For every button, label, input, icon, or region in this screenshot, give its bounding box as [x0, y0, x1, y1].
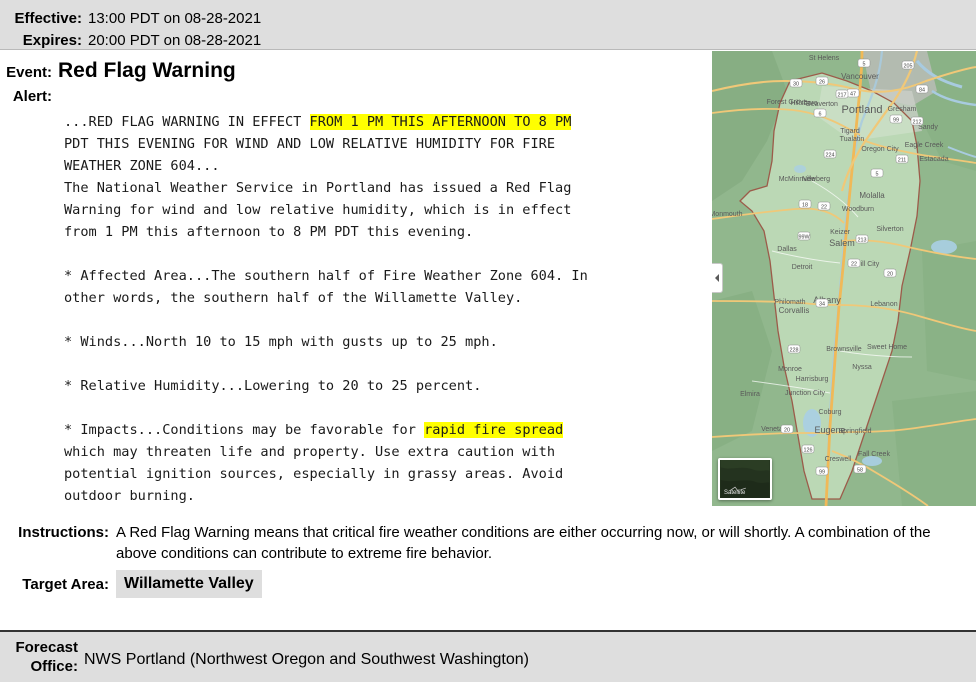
map-city-label: Eagle Creek: [905, 142, 944, 149]
map-satellite-label: Satellite: [724, 490, 746, 496]
map-collapse-tab[interactable]: [712, 263, 723, 293]
map-city-label: Nyssa: [852, 364, 872, 371]
map-highway-shield-label: 26: [819, 79, 825, 85]
map-highway-shield-label: 228: [790, 347, 799, 353]
alert-highlight-timeframe: FROM 1 PM THIS AFTERNOON TO 8 PM: [309, 114, 572, 130]
alert-text-column: Event: Red Flag Warning Alert: ...RED FL…: [0, 50, 712, 507]
map-city-label: Gresham: [888, 106, 917, 113]
map-city-label: Sweet Home: [867, 344, 907, 351]
map-highway-shield-label: 5: [876, 171, 879, 177]
map-city-label: Tualatin: [840, 136, 865, 143]
target-area-value[interactable]: Willamette Valley: [116, 570, 262, 598]
effective-label: Effective:: [14, 10, 82, 27]
map-city-label: Brownsville: [826, 346, 862, 353]
effective-row: Effective: 13:00 PDT on 08-28-2021: [0, 8, 976, 30]
map-highway-shield-label: 99: [819, 469, 825, 475]
effective-value: 13:00 PDT on 08-28-2021: [88, 10, 262, 27]
map-city-label: Philomath: [774, 299, 805, 306]
instructions-value: A Red Flag Warning means that critical f…: [116, 524, 931, 562]
map-highway-shield-label: 22: [851, 261, 857, 267]
event-row: Event: Red Flag Warning: [0, 50, 712, 83]
map-satellite-toggle[interactable]: Satellite: [718, 458, 772, 500]
forecast-office-value: NWS Portland (Northwest Oregon and South…: [84, 651, 529, 668]
map-highway-shield-label: 99W: [798, 234, 810, 240]
alert-body-region: Event: Red Flag Warning Alert: ...RED FL…: [0, 50, 976, 514]
alert-body-tail: which may threaten life and property. Us…: [64, 444, 564, 504]
event-value: Red Flag Warning: [58, 59, 236, 82]
target-area-label: Target Area:: [22, 575, 109, 593]
warning-area-map[interactable]: Portland Vancouver St Helens Gresham Tigard B…: [712, 51, 976, 506]
map-highway-shield-label: 30: [793, 81, 799, 87]
map-city-label: Keizer: [830, 229, 851, 236]
map-highway-shield-label: 224: [826, 152, 835, 158]
map-city-label: Monroe: [778, 366, 802, 373]
expires-row: Expires: 20:00 PDT on 08-28-2021: [0, 30, 976, 52]
instructions-row: Instructions: A Red Flag Warning means t…: [0, 514, 976, 564]
alert-label: Alert:: [12, 88, 52, 105]
map-city-label: Veneta: [761, 426, 783, 433]
map-city-label: Springfield: [838, 428, 871, 435]
map-highway-shield-label: 84: [919, 87, 925, 93]
chevron-right-icon: [715, 274, 719, 282]
alert-meta-band: Effective: 13:00 PDT on 08-28-2021 Expir…: [0, 0, 976, 50]
map-highway-shield-label: 20: [887, 271, 893, 277]
map-city-label: Tigard: [840, 128, 860, 135]
map-city-label: Elmira: [740, 391, 760, 398]
map-highway-shield-label: 217: [838, 92, 847, 98]
map-city-label: Fall Creek: [858, 451, 890, 458]
target-area-row: Target Area: Willamette Valley: [0, 564, 976, 606]
forecast-office-label: Forecast Office:: [0, 638, 84, 676]
map-highway-shield-label: 212: [913, 119, 922, 125]
map-city-label: Estacada: [919, 156, 948, 163]
expires-value: 20:00 PDT on 08-28-2021: [88, 32, 262, 49]
map-city-label: Monmouth: [712, 211, 743, 218]
event-label: Event:: [6, 64, 52, 81]
map-highway-shield-label: 99: [893, 117, 899, 123]
map-city-label: Junction City: [785, 390, 826, 397]
map-highway-shield-label: 20: [784, 427, 790, 433]
map-highway-shield-label: 47: [850, 91, 856, 97]
alert-body-text: ...RED FLAG WARNING IN EFFECT FROM 1 PM …: [64, 111, 712, 507]
map-city-label: Coburg: [819, 409, 842, 416]
map-highway-shield-label: 34: [819, 301, 825, 307]
map-highway-shield-label: 205: [904, 63, 913, 69]
alert-body-middle: PDT THIS EVENING FOR WIND AND LOW RELATI…: [64, 136, 588, 438]
map-city-label: Oregon City: [861, 146, 899, 153]
map-city-label: McMinnville: [779, 176, 816, 183]
map-city-label: Corvallis: [779, 306, 810, 315]
map-canvas[interactable]: Portland Vancouver St Helens Gresham Tigard B…: [712, 51, 976, 506]
map-highway-shield-label: 126: [804, 447, 813, 453]
alert-line1-prefix: ...RED FLAG WARNING IN EFFECT: [64, 114, 310, 130]
map-city-label: Forest Grove: [767, 99, 808, 106]
expires-label: Expires:: [22, 32, 82, 49]
map-highway-shield-label: 22: [821, 204, 827, 210]
map-city-label: Harrisburg: [796, 376, 829, 383]
map-highway-shield-label: 213: [858, 237, 867, 243]
map-city-label: Salem: [829, 238, 855, 248]
map-city-label: Molalla: [859, 191, 885, 200]
map-highway-shield-label: 5: [863, 61, 866, 67]
map-city-label: Creswell: [825, 456, 852, 463]
map-city-label: Lebanon: [870, 301, 897, 308]
map-city-label: Woodburn: [842, 206, 874, 213]
alert-row: Alert:: [0, 83, 712, 105]
forecast-office-footer: Forecast Office: NWS Portland (Northwest…: [0, 630, 976, 682]
map-city-label: St Helens: [809, 55, 840, 62]
map-city-label: Detroit: [792, 264, 813, 271]
map-highway-shield-label: 6: [819, 111, 822, 117]
map-highway-shield-label: 211: [898, 157, 907, 163]
forecast-office-label-line2: Office:: [30, 658, 78, 675]
map-city-label: Vancouver: [841, 72, 879, 81]
instructions-label: Instructions:: [18, 524, 109, 541]
alert-highlight-impacts: rapid fire spread: [424, 422, 564, 438]
map-city-label: Silverton: [876, 226, 903, 233]
map-highway-shield-label: 18: [802, 202, 808, 208]
map-city-label: Dallas: [777, 246, 797, 253]
forecast-office-label-line1: Forecast: [15, 639, 78, 656]
map-city-label: Portland: [842, 104, 883, 116]
map-highway-shield-label: 58: [857, 467, 863, 473]
